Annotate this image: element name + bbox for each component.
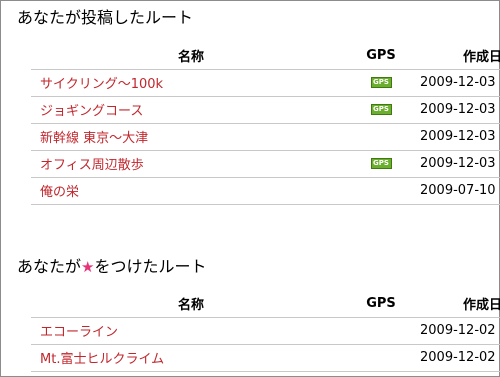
gps-badge-icon: GPS (370, 158, 392, 169)
gps-cell: GPS (351, 96, 411, 124)
created-date-cell: 2009-12-02 (411, 317, 500, 345)
route-link[interactable]: Mt.富士ヒルクライム (40, 352, 164, 367)
gps-cell (351, 177, 411, 205)
created-date-cell: 2009-12-03 (411, 123, 500, 151)
route-link[interactable]: 新幹線 東京～大津 (40, 131, 148, 146)
gps-cell: GPS (351, 69, 411, 97)
route-name-cell: ジョギングコース (31, 96, 351, 124)
table-row: 俺の栄 2009-07-10 (31, 177, 500, 205)
created-date-cell: 2009-12-03 (411, 150, 500, 178)
created-date-cell: 2009-07-10 (411, 177, 500, 205)
route-link[interactable]: サイクリング～100k (40, 77, 163, 92)
gps-cell (351, 344, 411, 372)
starred-title-suffix: をつけたルート (94, 257, 207, 276)
route-name-cell: サイクリング～100k (31, 69, 351, 97)
column-header-name: 名称 (31, 291, 351, 318)
table-row: オフィス周辺散歩 GPS 2009-12-03 (31, 150, 500, 178)
route-name-cell: 俺の栄 (31, 177, 351, 205)
table-row: ジョギングコース GPS 2009-12-03 (31, 96, 500, 124)
column-header-gps: GPS (351, 291, 411, 318)
starred-title-prefix: あなたが (17, 257, 82, 276)
created-date-cell: 2009-12-03 (411, 96, 500, 124)
table-row: Mt.富士ヒルクライム 2009-12-02 (31, 344, 500, 372)
column-header-gps: GPS (351, 43, 411, 70)
route-link[interactable]: 俺の栄 (40, 185, 79, 200)
gps-cell: GPS (351, 150, 411, 178)
column-header-name: 名称 (31, 43, 351, 70)
column-header-date: 作成日 (411, 291, 500, 318)
table-header-row: 名称 GPS 作成日 (31, 291, 500, 318)
gps-cell (351, 317, 411, 345)
route-link[interactable]: ジョギングコース (40, 104, 143, 119)
gps-badge-icon: GPS (370, 77, 392, 88)
route-name-cell: エコーライン (31, 317, 351, 345)
route-link[interactable]: オフィス周辺散歩 (40, 158, 144, 173)
route-link[interactable]: エコーライン (40, 325, 118, 340)
starred-routes-title: あなたが★をつけたルート (17, 257, 206, 277)
route-name-cell: Mt.富士ヒルクライム (31, 344, 351, 372)
column-header-date: 作成日 (411, 43, 500, 70)
table-row: サイクリング～100k GPS 2009-12-03 (31, 69, 500, 97)
star-icon: ★ (81, 258, 95, 276)
posted-routes-title: あなたが投稿したルート (17, 8, 194, 27)
created-date-cell: 2009-12-02 (411, 344, 500, 372)
table-row: 新幹線 東京～大津 2009-12-03 (31, 123, 500, 151)
posted-routes-table: 名称 GPS 作成日 サイクリング～100k GPS 2009-12-03 ジョギング… (31, 43, 500, 205)
table-row: エコーライン 2009-12-02 (31, 317, 500, 345)
created-date-cell: 2009-12-03 (411, 69, 500, 97)
route-name-cell: 新幹線 東京～大津 (31, 123, 351, 151)
gps-badge-icon: GPS (370, 104, 392, 115)
table-header-row: 名称 GPS 作成日 (31, 43, 500, 70)
route-name-cell: オフィス周辺散歩 (31, 150, 351, 178)
starred-routes-table: 名称 GPS 作成日 エコーライン 2009-12-02 Mt.富士ヒルクライム 20… (31, 291, 500, 372)
gps-cell (351, 123, 411, 151)
